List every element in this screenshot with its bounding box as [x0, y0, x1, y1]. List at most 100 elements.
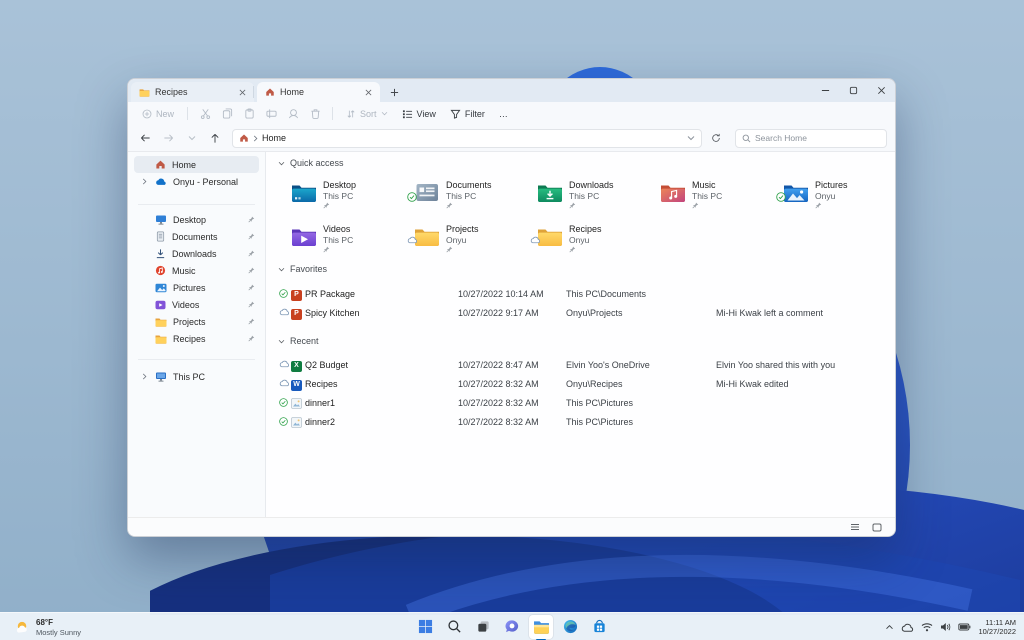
chevron-down-icon[interactable] — [278, 339, 285, 344]
sidebar-item-pictures[interactable]: Pictures — [134, 279, 259, 296]
tile-desktop[interactable]: Desktop This PC — [286, 179, 404, 221]
up-button[interactable] — [205, 129, 224, 148]
file-row-recipes[interactable]: W Recipes 10/27/2022 8:32 AM Onyu\Recipe… — [266, 378, 895, 392]
refresh-button[interactable] — [706, 129, 725, 148]
file-name[interactable]: Spicy Kitchen — [305, 308, 360, 318]
filter-button[interactable]: Filter — [444, 107, 491, 121]
task-view-button[interactable] — [471, 615, 495, 639]
tile-pictures[interactable]: Pictures Onyu — [776, 179, 895, 221]
forward-button[interactable] — [159, 129, 178, 148]
divider — [187, 107, 189, 120]
sidebar-item-home[interactable]: Home — [134, 156, 259, 173]
edge-button[interactable] — [558, 615, 582, 639]
battery-icon[interactable] — [958, 623, 971, 631]
sidebar-item-music[interactable]: Music — [134, 262, 259, 279]
close-button[interactable] — [867, 79, 895, 102]
close-tab-icon[interactable] — [362, 86, 374, 98]
file-date: 10/27/2022 8:32 AM — [458, 398, 539, 408]
tile-location: This PC — [692, 190, 723, 201]
view-button[interactable]: View — [396, 107, 442, 121]
tile-name: Projects — [446, 224, 479, 234]
file-name[interactable]: Q2 Budget — [305, 360, 348, 370]
large-thumbnails-view-toggle[interactable] — [869, 520, 885, 534]
desktop-folder-icon — [291, 182, 317, 203]
cloud-status-icon — [279, 360, 290, 368]
tile-name: Documents — [446, 180, 492, 190]
tab-recipes[interactable]: Recipes — [131, 82, 254, 102]
folder-icon — [155, 334, 167, 344]
maximize-button[interactable] — [839, 79, 867, 102]
file-explorer-button[interactable] — [529, 614, 553, 640]
expand-chevron-icon[interactable] — [140, 373, 149, 380]
tile-recipes[interactable]: Recipes Onyu — [530, 223, 650, 265]
rename-button[interactable] — [261, 105, 281, 123]
more-options-button[interactable]: … — [493, 107, 514, 121]
sidebar-item-recipes[interactable]: Recipes — [134, 330, 259, 347]
file-name[interactable]: dinner1 — [305, 398, 335, 408]
search-box[interactable] — [735, 128, 887, 148]
sidebar-item-documents[interactable]: Documents — [134, 228, 259, 245]
tile-documents[interactable]: Documents This PC — [407, 179, 527, 221]
section-header-quick-access[interactable]: Quick access — [278, 158, 344, 168]
pin-icon — [446, 246, 479, 253]
command-bar: New Sort View Filter … — [128, 102, 895, 125]
sidebar-item-onedrive-personal[interactable]: Onyu - Personal — [134, 173, 259, 190]
microsoft-store-button[interactable] — [587, 615, 611, 639]
tile-downloads[interactable]: Downloads This PC — [532, 179, 650, 221]
file-name[interactable]: Recipes — [305, 379, 338, 389]
videos-icon — [155, 300, 166, 310]
volume-icon[interactable] — [940, 622, 951, 632]
music-folder-icon — [660, 182, 686, 203]
new-tab-button[interactable] — [386, 84, 402, 100]
chevron-down-icon[interactable] — [278, 161, 285, 166]
history-chevron-icon[interactable] — [182, 129, 201, 148]
section-header-favorites[interactable]: Favorites — [278, 264, 327, 274]
breadcrumb[interactable]: Home — [232, 128, 702, 148]
chevron-down-icon[interactable] — [278, 267, 285, 272]
tile-videos[interactable]: Videos This PC — [286, 223, 404, 265]
sidebar-item-projects[interactable]: Projects — [134, 313, 259, 330]
wifi-icon[interactable] — [921, 622, 933, 632]
file-row-spicy-kitchen[interactable]: P Spicy Kitchen 10/27/2022 9:17 AM Onyu\… — [266, 307, 895, 321]
onedrive-tray-icon[interactable] — [901, 623, 914, 632]
file-row-pr-package[interactable]: P PR Package 10/27/2022 10:14 AM This PC… — [266, 288, 895, 302]
tile-music[interactable]: Music This PC — [655, 179, 773, 221]
sidebar-item-desktop[interactable]: Desktop — [134, 211, 259, 228]
clock[interactable]: 11:11 AM 10/27/2022 — [978, 618, 1016, 637]
cut-button[interactable] — [195, 105, 215, 123]
divider — [332, 107, 334, 120]
file-explorer-window: Recipes Home New Sort View Filter … Home… — [127, 78, 896, 537]
share-button[interactable] — [283, 105, 303, 123]
file-row-dinner2[interactable]: dinner2 10/27/2022 8:32 AM This PC\Pictu… — [266, 416, 895, 430]
copy-button[interactable] — [217, 105, 237, 123]
tray-chevron-up-icon[interactable] — [885, 624, 894, 630]
view-icon — [402, 109, 413, 119]
start-button[interactable] — [413, 615, 437, 639]
back-button[interactable] — [136, 129, 155, 148]
file-name[interactable]: dinner2 — [305, 417, 335, 427]
tile-projects[interactable]: Projects Onyu — [407, 223, 527, 265]
address-dropdown-icon[interactable] — [687, 135, 695, 141]
sort-button[interactable]: Sort — [340, 107, 394, 121]
minimize-button[interactable] — [811, 79, 839, 102]
chat-button[interactable] — [500, 615, 524, 639]
close-tab-icon[interactable] — [236, 86, 248, 98]
search-input[interactable] — [755, 133, 865, 143]
breadcrumb-item[interactable]: Home — [262, 133, 286, 143]
tab-home[interactable]: Home — [257, 82, 380, 102]
sidebar-item-this-pc[interactable]: This PC — [134, 368, 259, 385]
expand-chevron-icon[interactable] — [140, 178, 149, 185]
weather-widget[interactable]: 68°F Mostly Sunny — [6, 613, 89, 640]
sidebar-item-videos[interactable]: Videos — [134, 296, 259, 313]
new-button[interactable]: New — [136, 107, 180, 121]
section-header-recent[interactable]: Recent — [278, 336, 319, 346]
file-name[interactable]: PR Package — [305, 289, 355, 299]
details-view-toggle[interactable] — [847, 520, 863, 534]
search-button[interactable] — [442, 615, 466, 639]
sidebar-item-downloads[interactable]: Downloads — [134, 245, 259, 262]
file-row-dinner1[interactable]: dinner1 10/27/2022 8:32 AM This PC\Pictu… — [266, 397, 895, 411]
pc-icon — [155, 371, 167, 382]
paste-button[interactable] — [239, 105, 259, 123]
file-row-q2-budget[interactable]: X Q2 Budget 10/27/2022 8:47 AM Elvin Yoo… — [266, 359, 895, 373]
delete-button[interactable] — [305, 105, 325, 123]
